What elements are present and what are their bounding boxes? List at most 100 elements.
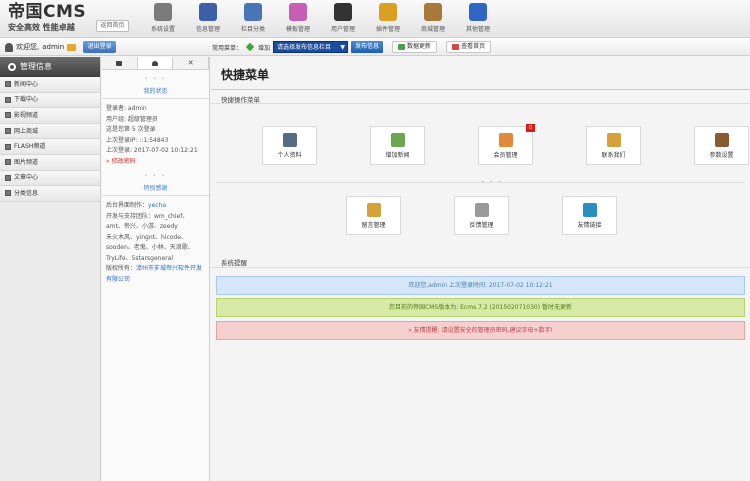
- designer-name[interactable]: yecha: [148, 202, 166, 209]
- sidebar-item[interactable]: 分类信息: [0, 186, 100, 202]
- tools-icon: [714, 132, 729, 147]
- refresh-icon: [398, 44, 406, 50]
- quick-card-label: 友情链接: [577, 221, 602, 229]
- nav-item[interactable]: 信息管理: [185, 0, 230, 38]
- sidebar-item-label: 分类信息: [14, 189, 39, 197]
- add-icon: [245, 42, 255, 52]
- logo-slogan: 安全高效 性能卓越: [8, 23, 75, 32]
- return-home-button[interactable]: 返回首页: [96, 20, 129, 32]
- system-notice-title: 系统提醒: [221, 259, 247, 267]
- contact-icon: [606, 132, 621, 147]
- tab-user[interactable]: [137, 57, 174, 69]
- notice-password: » 友情提醒: 请设置安全的管理员密码,建议字母+数字!: [216, 321, 745, 340]
- notice-version: 您目前的帝国CMS版本为: Ecms 7.2 (201502071030) 暂时…: [216, 298, 745, 317]
- sidebar: 管理信息 新闻中心下载中心影视频道网上商城 FLASH频道图片频道文章中心分类信息: [0, 57, 101, 481]
- cart-icon: [424, 3, 442, 21]
- nav-item[interactable]: 其他管理: [455, 0, 500, 38]
- separator-dots: • • •: [481, 179, 504, 185]
- user-icon: [152, 60, 158, 66]
- folder-icon: [5, 174, 11, 181]
- quick-card[interactable]: 反馈管理: [454, 196, 509, 235]
- count-badge: 0: [526, 124, 535, 132]
- change-password-link[interactable]: » 修改密码: [106, 157, 205, 168]
- profile-icon: [282, 132, 297, 147]
- panel-tabs: ✕: [102, 57, 210, 70]
- folder-icon: [5, 112, 11, 119]
- quick-card[interactable]: 参数设置: [694, 126, 749, 165]
- username: admin: [42, 43, 65, 51]
- credits-line: amt、帝兴、小游、zeedy: [106, 223, 178, 230]
- nav-item[interactable]: 模板管理: [275, 0, 320, 38]
- info-panel: ✕ • • • 我的状态 登录者: admin 用户组: 超级管理员 这是您第 …: [102, 57, 210, 481]
- credits-label: 后台界面制作：: [106, 202, 149, 209]
- view-home-button[interactable]: 查看首页: [446, 41, 492, 53]
- nav-item[interactable]: 插件管理: [365, 0, 410, 38]
- sidebar-item[interactable]: 影视频道: [0, 108, 100, 124]
- quick-card-label: 会员管理: [493, 151, 518, 159]
- nav-item[interactable]: 商城管理: [410, 0, 455, 38]
- column-select[interactable]: 请选择发布信息栏目 ▼: [273, 41, 349, 53]
- quick-card[interactable]: 会员管理 0: [478, 124, 535, 165]
- quick-card-label: 参数设置: [709, 151, 734, 159]
- user-icon: [334, 3, 352, 21]
- credits-line: 后台界面制作：yecha: [106, 201, 205, 212]
- sidebar-item[interactable]: 文章中心: [0, 170, 100, 187]
- members-icon: [498, 132, 513, 147]
- nav-item-label: 其他管理: [465, 26, 490, 33]
- sidebar-item[interactable]: FLASH频道: [0, 139, 100, 155]
- sidebar-header: 管理信息: [0, 57, 100, 77]
- column-select-value: 请选择发布信息栏目: [277, 44, 332, 51]
- sidebar-item[interactable]: 下载中心: [0, 92, 100, 109]
- sidebar-item[interactable]: 新闻中心: [0, 77, 100, 93]
- login-name: 登录者: admin: [106, 105, 147, 112]
- sidebar-item[interactable]: 网上商城: [0, 123, 100, 140]
- nav-item-label: 用户管理: [330, 26, 355, 33]
- tab-menu[interactable]: [102, 57, 138, 69]
- view-home-label: 查看首页: [461, 43, 486, 50]
- tab-tools[interactable]: ✕: [173, 57, 210, 69]
- edit-profile-icon[interactable]: [67, 43, 77, 51]
- folder-icon: [5, 143, 11, 150]
- quick-card[interactable]: 留言管理: [346, 196, 401, 235]
- status-info: 登录者: admin 用户组: 超级管理员 这是您第 5 次登录 上次登录IP:…: [102, 104, 209, 167]
- sidebar-item-label: 影视频道: [14, 111, 39, 119]
- plugin-icon: [379, 3, 397, 21]
- quick-menu-label: 常用菜单：: [212, 44, 243, 52]
- quick-menu: 常用菜单： 增加 请选择发布信息栏目 ▼ 发布信息 数据更新 查看首页: [212, 41, 492, 53]
- nav-item-label: 系统设置: [150, 26, 175, 33]
- page-title: 快捷菜单: [211, 57, 750, 90]
- nav-item[interactable]: 栏目分类: [230, 0, 275, 38]
- divider: [211, 267, 750, 268]
- chevron-down-icon: ▼: [340, 44, 346, 51]
- publish-button[interactable]: 发布信息: [351, 41, 384, 53]
- logo-title: 帝国CMS: [8, 2, 87, 22]
- user-icon: [5, 42, 13, 52]
- sub-bar: 欢迎您, admin 退出登录 常用菜单： 增加 请选择发布信息栏目 ▼ 发布信…: [0, 38, 750, 56]
- folder-icon: [5, 81, 11, 88]
- quick-card[interactable]: 增加新闻: [370, 126, 425, 165]
- logo: 帝国CMS 安全高效 性能卓越: [8, 4, 108, 33]
- top-bar: 帝国CMS 安全高效 性能卓越 返回首页 系统设置 信息管理 栏目分类 模板管理 用户管…: [0, 0, 750, 38]
- quick-card[interactable]: 联系我们: [586, 126, 641, 165]
- folder-icon: [5, 128, 11, 135]
- tools-icon: ✕: [187, 59, 194, 67]
- sidebar-item-label: 新闻中心: [14, 80, 39, 88]
- nav-item[interactable]: 用户管理: [320, 0, 365, 38]
- message-icon: [366, 202, 381, 217]
- credits-line: 禾火木风、yingnt、hicode、: [106, 233, 187, 241]
- nav-item[interactable]: 系统设置: [140, 0, 185, 38]
- nav-item-label: 模板管理: [285, 26, 310, 33]
- quick-ops-title: 快捷操作菜单: [211, 90, 750, 104]
- home-icon: [452, 44, 460, 50]
- main-nav: 系统设置 信息管理 栏目分类 模板管理 用户管理 插件管理 商城管理 其他管理: [140, 0, 500, 38]
- gear-icon: [8, 63, 16, 71]
- sidebar-item-label: 图片频道: [14, 158, 39, 166]
- refresh-data-button[interactable]: 数据更新: [392, 41, 438, 53]
- logout-button[interactable]: 退出登录: [83, 41, 117, 53]
- quick-card[interactable]: 友情链接: [562, 196, 617, 235]
- quick-card[interactable]: 个人资料: [262, 126, 317, 165]
- add-link[interactable]: 增加: [258, 43, 270, 52]
- sidebar-item[interactable]: 图片频道: [0, 154, 100, 171]
- last-login-ip: 上次登录IP: ::1:54843: [106, 136, 169, 144]
- grid-icon: [116, 60, 123, 66]
